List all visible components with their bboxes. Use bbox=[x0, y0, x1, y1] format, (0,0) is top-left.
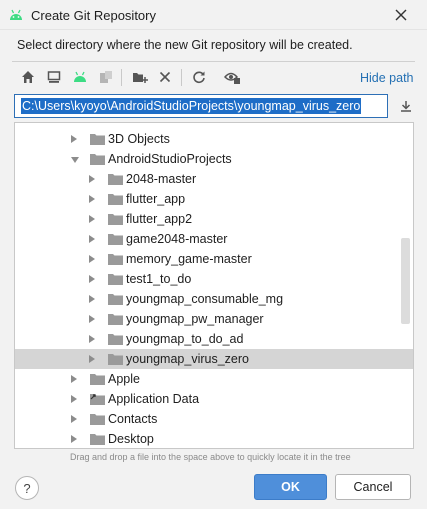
expand-arrow-right-icon[interactable] bbox=[89, 275, 95, 283]
tree-row-label: 3D Objects bbox=[108, 132, 170, 146]
tree-row-label: test1_to_do bbox=[126, 272, 192, 286]
project-icon bbox=[100, 71, 112, 83]
tree-row-label: youngmap_to_do_ad bbox=[126, 332, 244, 346]
expand-arrow-right-icon[interactable] bbox=[89, 315, 95, 323]
android-icon bbox=[8, 7, 24, 21]
expand-arrow-right-icon[interactable] bbox=[71, 435, 77, 443]
tree-row-label: AndroidStudioProjects bbox=[108, 152, 232, 166]
desktop-button[interactable] bbox=[43, 66, 65, 88]
tree-scrollbar[interactable] bbox=[401, 238, 410, 324]
path-field-value[interactable]: C:\Users\kyoyo\AndroidStudioProjects\you… bbox=[21, 98, 362, 114]
expand-arrow-right-icon[interactable] bbox=[71, 395, 77, 403]
tree-row[interactable]: youngmap_to_do_ad bbox=[15, 329, 413, 349]
tree-row[interactable]: memory_game-master bbox=[15, 249, 413, 269]
tree-row[interactable]: Contacts bbox=[15, 409, 413, 429]
tree-row-label: game2048-master bbox=[126, 232, 228, 246]
cancel-button[interactable]: Cancel bbox=[335, 474, 411, 500]
toolbar-separator bbox=[181, 69, 182, 86]
locate-path-button[interactable] bbox=[396, 96, 416, 116]
download-icon bbox=[401, 101, 411, 112]
folder-icon bbox=[90, 414, 105, 425]
toolbar-separator bbox=[121, 69, 122, 86]
expand-arrow-right-icon[interactable] bbox=[71, 375, 77, 383]
android-module-button[interactable] bbox=[69, 66, 91, 88]
tree-row[interactable]: flutter_app2 bbox=[15, 209, 413, 229]
show-hidden-button[interactable] bbox=[221, 66, 243, 88]
help-button[interactable]: ? bbox=[15, 476, 39, 500]
tree-row[interactable]: Application Data bbox=[15, 389, 413, 409]
close-button[interactable] bbox=[388, 2, 414, 28]
tree-row-label: Contacts bbox=[108, 412, 158, 426]
window-title: Create Git Repository bbox=[31, 8, 156, 23]
ok-button[interactable]: OK bbox=[254, 474, 327, 500]
hide-path-link[interactable]: Hide path bbox=[360, 71, 414, 85]
folder-icon bbox=[108, 194, 123, 205]
tree-row-label: Apple bbox=[108, 372, 140, 386]
expand-arrow-right-icon[interactable] bbox=[71, 135, 77, 143]
file-tree[interactable]: 3D Objects AndroidStudioProjects 2048-mast… bbox=[14, 122, 414, 449]
folder-icon bbox=[90, 374, 105, 385]
expand-arrow-right-icon[interactable] bbox=[71, 415, 77, 423]
folder-icon bbox=[108, 214, 123, 225]
tree-row[interactable]: Apple bbox=[15, 369, 413, 389]
divider bbox=[12, 61, 415, 62]
tree-row-label: flutter_app2 bbox=[126, 212, 193, 226]
new-folder-icon bbox=[133, 73, 148, 83]
tree-row[interactable]: youngmap_consumable_mg bbox=[15, 289, 413, 309]
expand-arrow-down-icon[interactable] bbox=[71, 157, 79, 163]
folder-icon bbox=[108, 334, 123, 345]
folder-icon bbox=[90, 394, 105, 405]
refresh-icon bbox=[193, 71, 205, 84]
expand-arrow-right-icon[interactable] bbox=[89, 255, 95, 263]
folder-icon bbox=[108, 234, 123, 245]
tree-row[interactable]: flutter_app bbox=[15, 189, 413, 209]
new-folder-button[interactable] bbox=[129, 66, 151, 88]
tree-row[interactable]: youngmap_virus_zero bbox=[15, 349, 413, 369]
expand-arrow-right-icon[interactable] bbox=[89, 175, 95, 183]
tree-row-label: Application Data bbox=[108, 392, 200, 406]
expand-arrow-right-icon[interactable] bbox=[89, 295, 95, 303]
expand-arrow-right-icon[interactable] bbox=[89, 195, 95, 203]
tree-row-label: flutter_app bbox=[126, 192, 186, 206]
folder-icon bbox=[108, 314, 123, 325]
tree-row-label: memory_game-master bbox=[126, 252, 252, 266]
folder-icon bbox=[108, 274, 123, 285]
home-icon bbox=[22, 71, 34, 83]
folder-icon bbox=[90, 154, 105, 165]
expand-arrow-right-icon[interactable] bbox=[89, 235, 95, 243]
expand-arrow-right-icon[interactable] bbox=[89, 335, 95, 343]
folder-icon bbox=[108, 254, 123, 265]
desktop-icon bbox=[47, 71, 61, 83]
tree-row[interactable]: 3D Objects bbox=[15, 129, 413, 149]
delete-button[interactable] bbox=[154, 66, 176, 88]
close-icon bbox=[395, 9, 407, 21]
home-button[interactable] bbox=[17, 66, 39, 88]
expand-arrow-right-icon[interactable] bbox=[89, 215, 95, 223]
folder-icon bbox=[90, 434, 105, 445]
show-hidden-icon bbox=[224, 72, 240, 84]
tree-row[interactable]: AndroidStudioProjects bbox=[15, 149, 413, 169]
tree-row-label: youngmap_virus_zero bbox=[126, 352, 249, 366]
tree-row[interactable]: youngmap_pw_manager bbox=[15, 309, 413, 329]
refresh-button[interactable] bbox=[188, 66, 210, 88]
folder-icon bbox=[108, 354, 123, 365]
tree-row[interactable]: game2048-master bbox=[15, 229, 413, 249]
tree-row-label: Desktop bbox=[108, 432, 154, 446]
expand-arrow-right-icon[interactable] bbox=[89, 355, 95, 363]
android-module-icon bbox=[74, 71, 86, 82]
instruction-text: Select directory where the new Git repos… bbox=[17, 38, 353, 52]
delete-icon bbox=[159, 71, 171, 83]
tree-row-label: youngmap_pw_manager bbox=[126, 312, 264, 326]
tree-row-label: youngmap_consumable_mg bbox=[126, 292, 284, 306]
folder-icon bbox=[108, 174, 123, 185]
tree-row-label: 2048-master bbox=[126, 172, 197, 186]
tree-row[interactable]: 2048-master bbox=[15, 169, 413, 189]
hint-text: Drag and drop a file into the space abov… bbox=[70, 452, 351, 462]
project-button[interactable] bbox=[95, 66, 117, 88]
tree-row[interactable]: Desktop bbox=[15, 429, 413, 448]
folder-icon bbox=[90, 134, 105, 145]
tree-row[interactable]: test1_to_do bbox=[15, 269, 413, 289]
folder-icon bbox=[108, 294, 123, 305]
